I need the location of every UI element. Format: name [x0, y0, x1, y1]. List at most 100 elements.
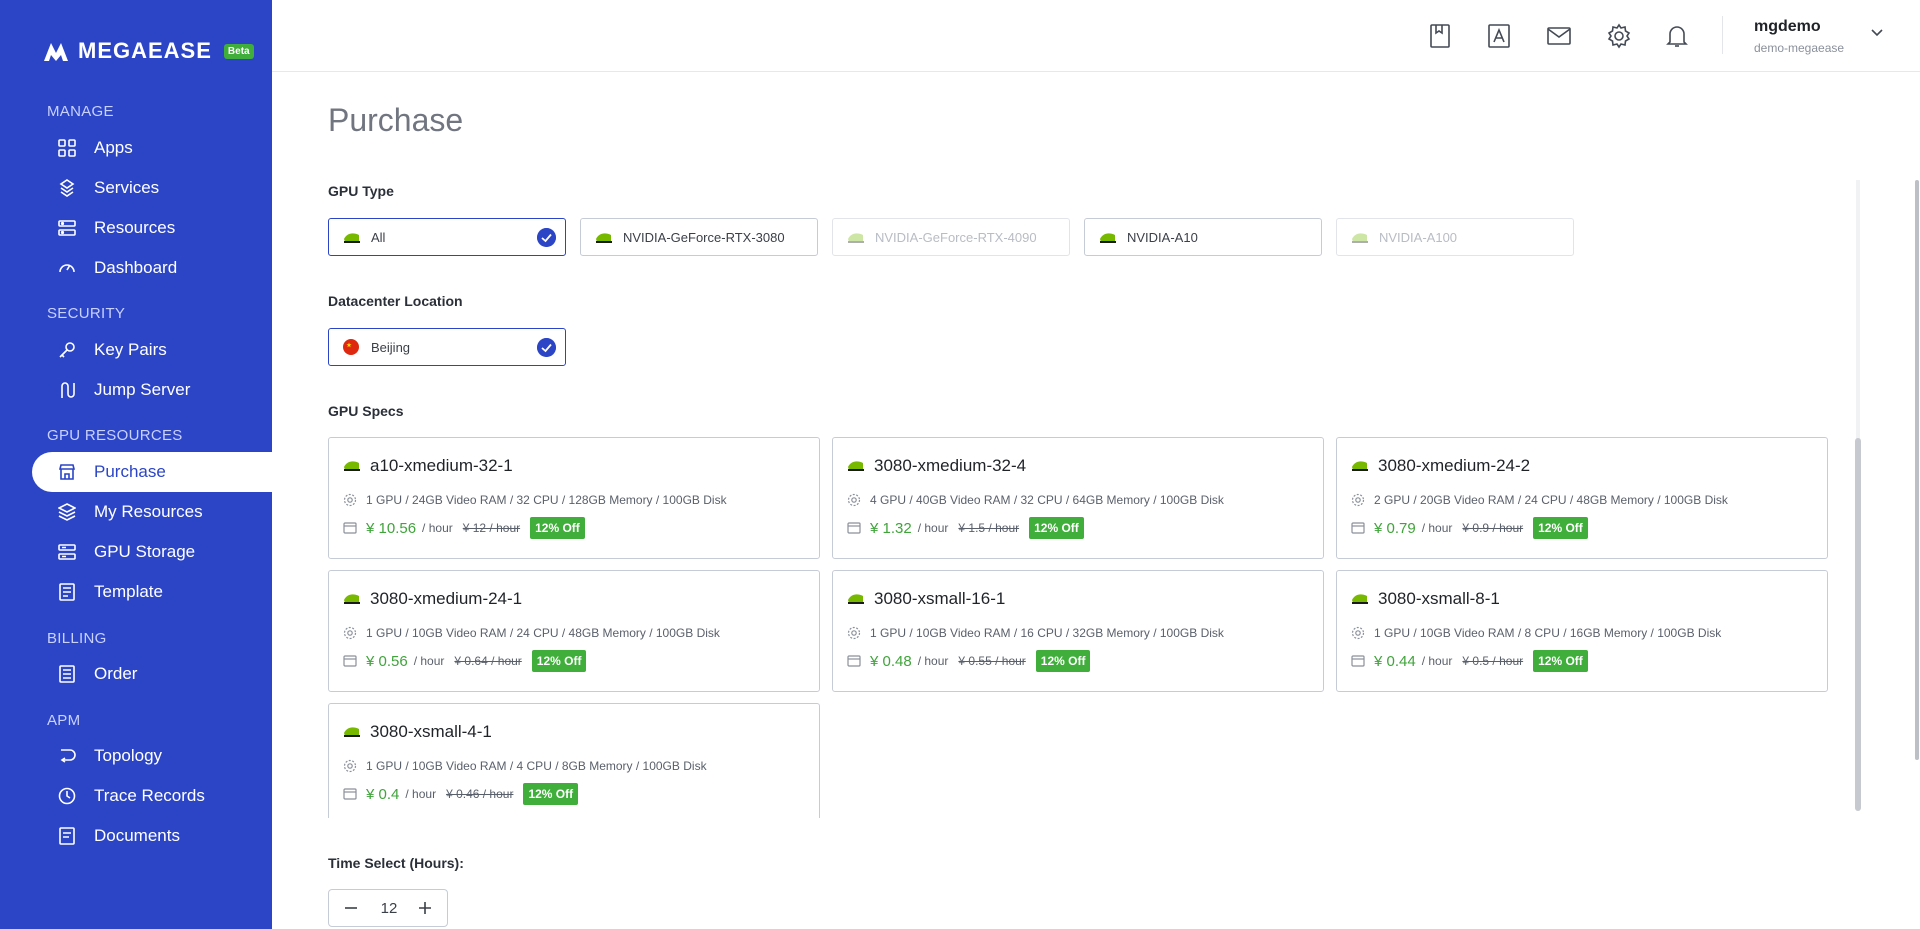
gpu-spec-card[interactable]: 3080-xmedium-24-2 2 GPU / 20GB Video RAM…	[1336, 437, 1828, 559]
wallet-icon	[343, 655, 357, 667]
check-icon	[537, 228, 556, 247]
price-unit: / hour	[405, 787, 437, 801]
nvidia-icon	[848, 594, 864, 604]
gpu-spec-card[interactable]: 3080-xsmall-4-1 1 GPU / 10GB Video RAM /…	[328, 703, 820, 818]
sidebar-item-dashboard[interactable]: Dashboard	[32, 248, 272, 288]
original-price: ¥ 0.9 / hour	[1462, 521, 1524, 535]
spec-price: ¥ 0.44	[1374, 652, 1416, 670]
gpu-spec-card[interactable]: a10-xmedium-32-1 1 GPU / 24GB Video RAM …	[328, 437, 820, 559]
topology-icon	[60, 749, 76, 763]
gpu-spec-card[interactable]: 3080-xsmall-16-1 1 GPU / 10GB Video RAM …	[832, 570, 1324, 692]
bookmark-icon[interactable]	[1427, 23, 1453, 49]
gear-icon	[343, 493, 357, 507]
brand-name: MEGAEASE	[78, 38, 212, 63]
spec-details: 1 GPU / 10GB Video RAM / 24 CPU / 48GB M…	[366, 626, 720, 640]
chevron-down-icon[interactable]	[1869, 24, 1885, 40]
gpu-type-option-rtx-4090[interactable]: NVIDIA-GeForce-RTX-4090	[832, 218, 1070, 256]
spec-price: ¥ 10.56	[366, 519, 417, 537]
nvidia-icon	[343, 230, 361, 244]
user-name[interactable]: mgdemo	[1754, 18, 1821, 36]
sidebar-item-label: GPU Storage	[94, 542, 196, 561]
gpu-type-option-a100[interactable]: NVIDIA-A100	[1336, 218, 1574, 256]
sidebar-item-services[interactable]: Services	[32, 168, 272, 208]
sidebar: MEGAEASE Beta MANAGE SECURITY GPU RESOUR…	[0, 0, 272, 929]
sidebar-item-order[interactable]: Order	[32, 654, 272, 694]
user-org: demo-megaease	[1754, 41, 1845, 55]
hours-stepper[interactable]: 12	[328, 889, 448, 927]
sidebar-item-gpu-storage[interactable]: GPU Storage	[32, 532, 272, 572]
hours-value[interactable]: 12	[379, 900, 399, 917]
wallet-icon	[1351, 522, 1365, 534]
section-gpu-resources: GPU RESOURCES	[47, 427, 183, 444]
nvidia-icon	[1352, 594, 1368, 604]
server-icon	[58, 220, 76, 236]
china-flag-icon	[343, 339, 359, 355]
nvidia-icon	[848, 233, 864, 243]
gpu-type-option-label: NVIDIA-A100	[1379, 230, 1458, 245]
sidebar-item-label: Documents	[94, 826, 180, 845]
gear-icon[interactable]	[1606, 23, 1632, 49]
store-icon	[58, 464, 76, 480]
gpu-type-option-a10[interactable]: NVIDIA-A10	[1084, 218, 1322, 256]
original-price: ¥ 12 / hour	[462, 521, 521, 535]
gpu-spec-card[interactable]: 3080-xmedium-32-4 4 GPU / 40GB Video RAM…	[832, 437, 1324, 559]
discount-badge: 12% Off	[1035, 650, 1091, 672]
sidebar-item-apps[interactable]: Apps	[32, 128, 272, 168]
brand-logo[interactable]: MEGAEASE Beta	[42, 38, 254, 64]
gpu-specs-label: GPU Specs	[328, 403, 404, 419]
page-scrollbar[interactable]	[1915, 180, 1919, 760]
price-unit: / hour	[413, 654, 445, 668]
sidebar-item-my-resources[interactable]: My Resources	[32, 492, 272, 532]
spec-name: 3080-xsmall-16-1	[874, 589, 1006, 608]
mail-icon[interactable]	[1546, 23, 1572, 49]
specs-scrollbar-thumb[interactable]	[1855, 438, 1861, 811]
contacts-icon[interactable]	[1486, 23, 1512, 49]
gear-icon	[847, 493, 861, 507]
discount-badge: 12% Off	[531, 650, 587, 672]
template-icon	[59, 583, 75, 601]
spec-name: 3080-xsmall-8-1	[1378, 589, 1500, 608]
nvidia-icon	[1352, 233, 1368, 243]
spec-price: ¥ 0.4	[366, 785, 400, 803]
spec-details: 4 GPU / 40GB Video RAM / 32 CPU / 64GB M…	[870, 493, 1224, 507]
location-option-beijing[interactable]: Beijing	[328, 328, 566, 366]
gpu-type-option-all[interactable]: All	[328, 218, 566, 256]
sidebar-item-template[interactable]: Template	[32, 572, 272, 612]
spec-details: 1 GPU / 10GB Video RAM / 8 CPU / 16GB Me…	[1374, 626, 1722, 640]
price-unit: / hour	[422, 521, 453, 535]
sidebar-item-topology[interactable]: Topology	[32, 736, 272, 776]
gpu-spec-card[interactable]: 3080-xmedium-24-1 1 GPU / 10GB Video RAM…	[328, 570, 820, 692]
services-icon	[59, 179, 75, 197]
clock-icon	[58, 787, 76, 805]
nvidia-icon	[344, 594, 360, 604]
section-billing: BILLING	[47, 630, 107, 647]
gear-icon	[1351, 493, 1365, 507]
spec-details: 1 GPU / 10GB Video RAM / 4 CPU / 8GB Mem…	[366, 759, 707, 773]
minus-icon[interactable]	[341, 898, 361, 918]
bell-icon[interactable]	[1664, 23, 1690, 49]
discount-badge: 12% Off	[1533, 650, 1588, 672]
wallet-icon	[343, 788, 357, 800]
key-icon	[59, 342, 75, 358]
gear-icon	[343, 626, 357, 640]
gauge-icon	[59, 264, 75, 273]
sidebar-item-purchase[interactable]: Purchase	[32, 452, 272, 492]
sidebar-item-label: Jump Server	[94, 380, 191, 399]
sidebar-item-jump-server[interactable]: Jump Server	[32, 370, 272, 410]
sidebar-item-resources[interactable]: Resources	[32, 208, 272, 248]
sidebar-item-key-pairs[interactable]: Key Pairs	[32, 330, 272, 370]
sidebar-item-label: Dashboard	[94, 258, 178, 277]
sidebar-item-trace-records[interactable]: Trace Records	[32, 776, 272, 816]
gpu-type-option-rtx-3080[interactable]: NVIDIA-GeForce-RTX-3080	[580, 218, 818, 256]
order-icon	[59, 665, 75, 683]
spec-price: ¥ 0.48	[870, 652, 912, 670]
wallet-icon	[847, 522, 861, 534]
nvidia-icon	[1352, 461, 1368, 471]
gpu-type-label: GPU Type	[328, 183, 394, 199]
discount-badge: 12% Off	[523, 783, 579, 805]
document-icon	[59, 827, 75, 845]
sidebar-item-documents[interactable]: Documents	[32, 816, 272, 856]
gpu-spec-card[interactable]: 3080-xsmall-8-1 1 GPU / 10GB Video RAM /…	[1336, 570, 1828, 692]
plus-icon[interactable]	[415, 898, 435, 918]
sidebar-item-label: Key Pairs	[94, 340, 167, 359]
